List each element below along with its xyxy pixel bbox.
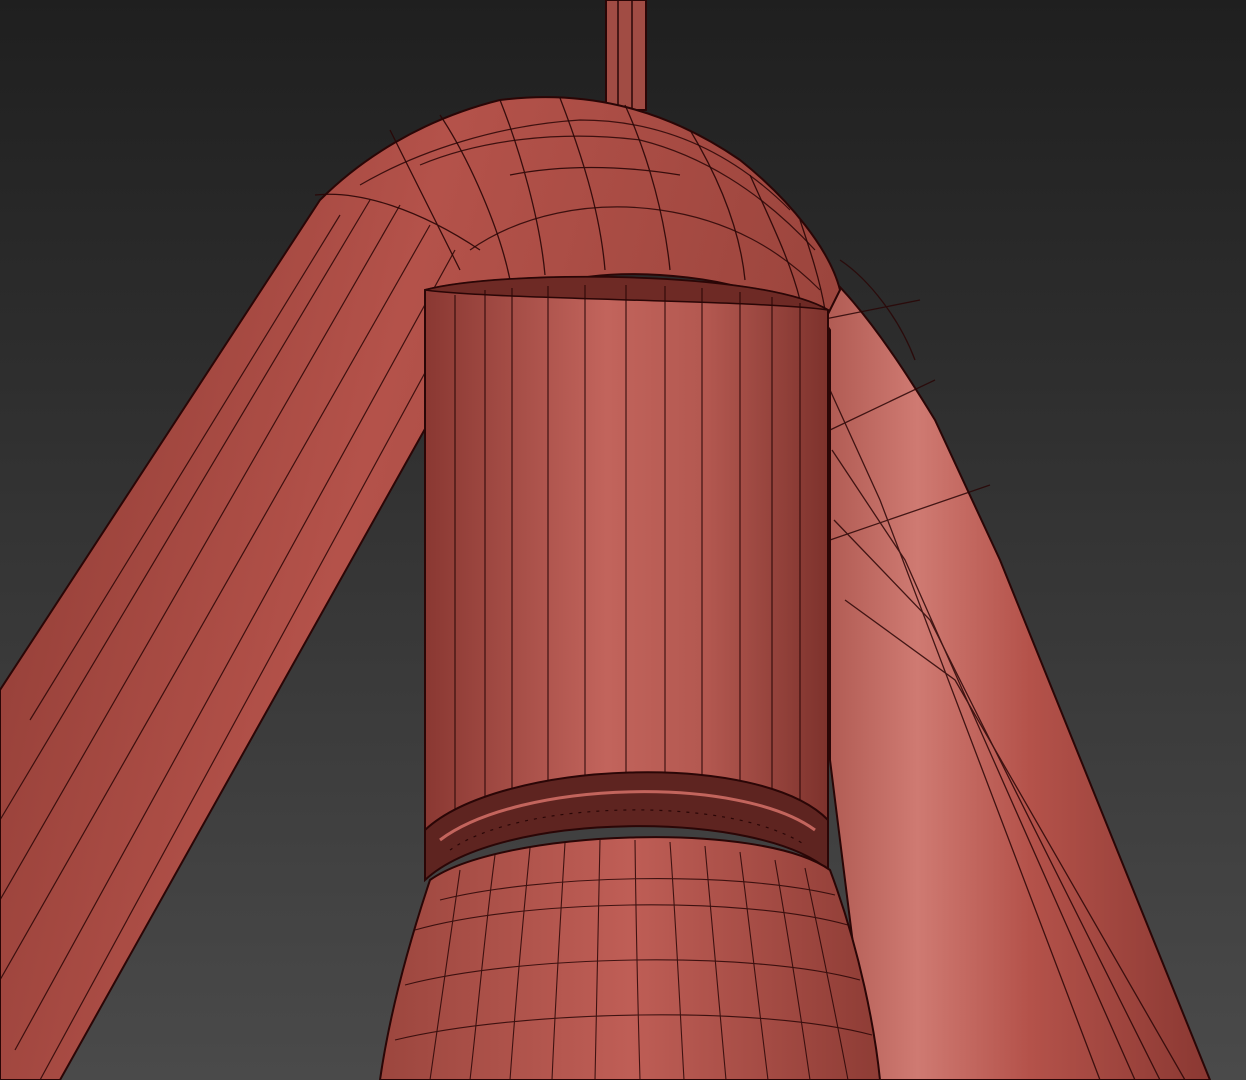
cylindrical-housing[interactable] <box>424 275 829 842</box>
3d-viewport[interactable] <box>0 0 1246 1080</box>
hanging-rod[interactable] <box>605 0 647 111</box>
lamp-shade[interactable] <box>378 836 882 1080</box>
wireframe-render[interactable] <box>0 0 1246 1080</box>
